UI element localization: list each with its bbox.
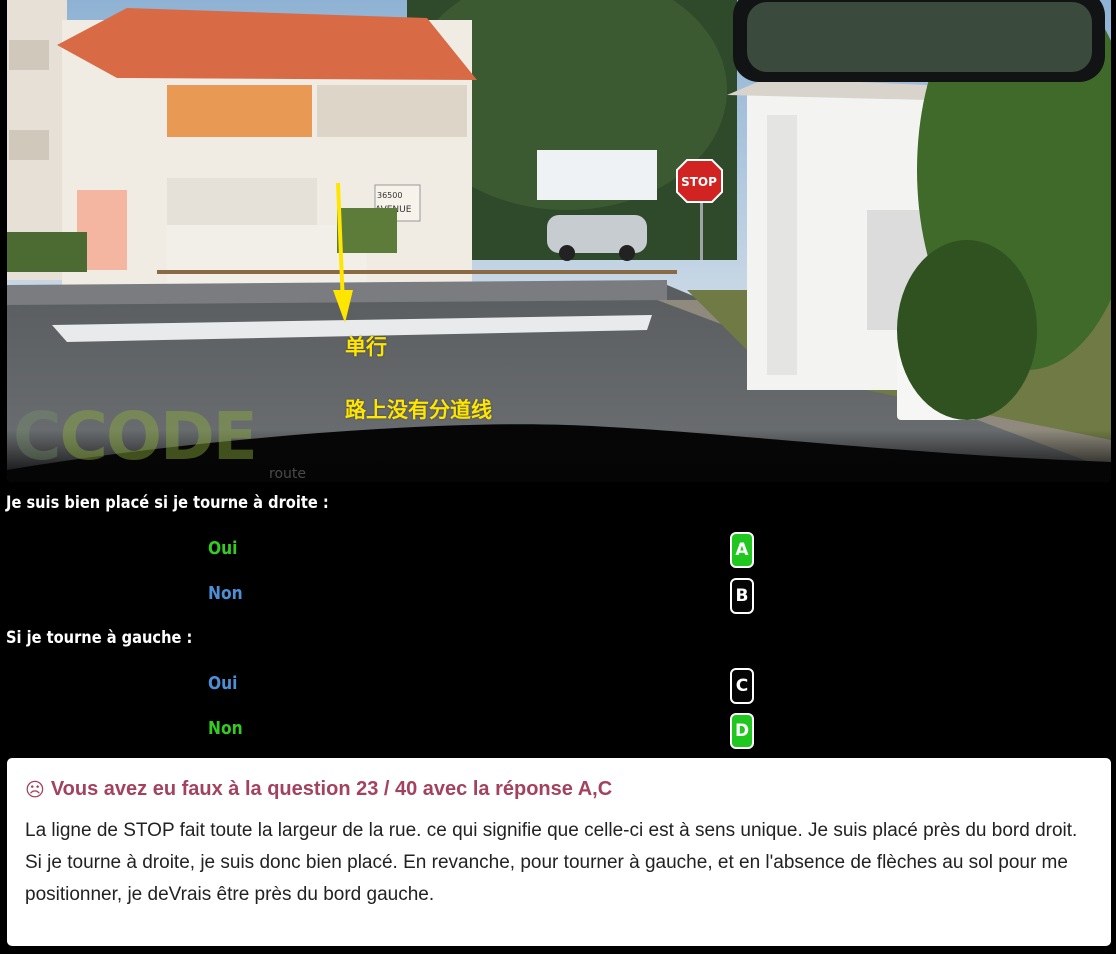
answer-d-button[interactable]: D: [730, 713, 754, 749]
svg-text:36500: 36500: [377, 191, 402, 200]
quiz-screen: 36500 AVENUE: [0, 0, 1116, 954]
annotation-no-lanes: 路上没有分道线: [345, 398, 492, 422]
answer-b-label: Non: [208, 583, 243, 604]
answer-b-button[interactable]: B: [730, 578, 754, 614]
feedback-title: ☹ Vous avez eu faux à la question 23 / 4…: [25, 778, 1093, 801]
answer-d-label: Non: [208, 718, 243, 739]
watermark-logo: CCODE: [13, 398, 258, 475]
annotation-one-way: 单行: [345, 335, 387, 359]
stop-sign-text: STOP: [681, 175, 717, 189]
answer-c-label: Oui: [208, 673, 238, 694]
question-1-text: Je suis bien placé si je tourne à droite…: [6, 493, 329, 513]
feedback-explanation: La ligne de STOP fait toute la largeur d…: [25, 820, 1078, 905]
answer-a-button[interactable]: A: [730, 532, 754, 568]
answer-c-button[interactable]: C: [730, 668, 754, 704]
answer-a-label: Oui: [208, 538, 238, 559]
sad-face-icon: ☹: [25, 778, 45, 801]
question-2-text: Si je tourne à gauche :: [6, 628, 193, 648]
feedback-card: ☹ Vous avez eu faux à la question 23 / 4…: [7, 758, 1111, 946]
question-photo: 36500 AVENUE: [7, 0, 1111, 482]
feedback-title-text: Vous avez eu faux à la question 23 / 40 …: [50, 778, 613, 800]
watermark-suffix: route: [269, 466, 306, 482]
